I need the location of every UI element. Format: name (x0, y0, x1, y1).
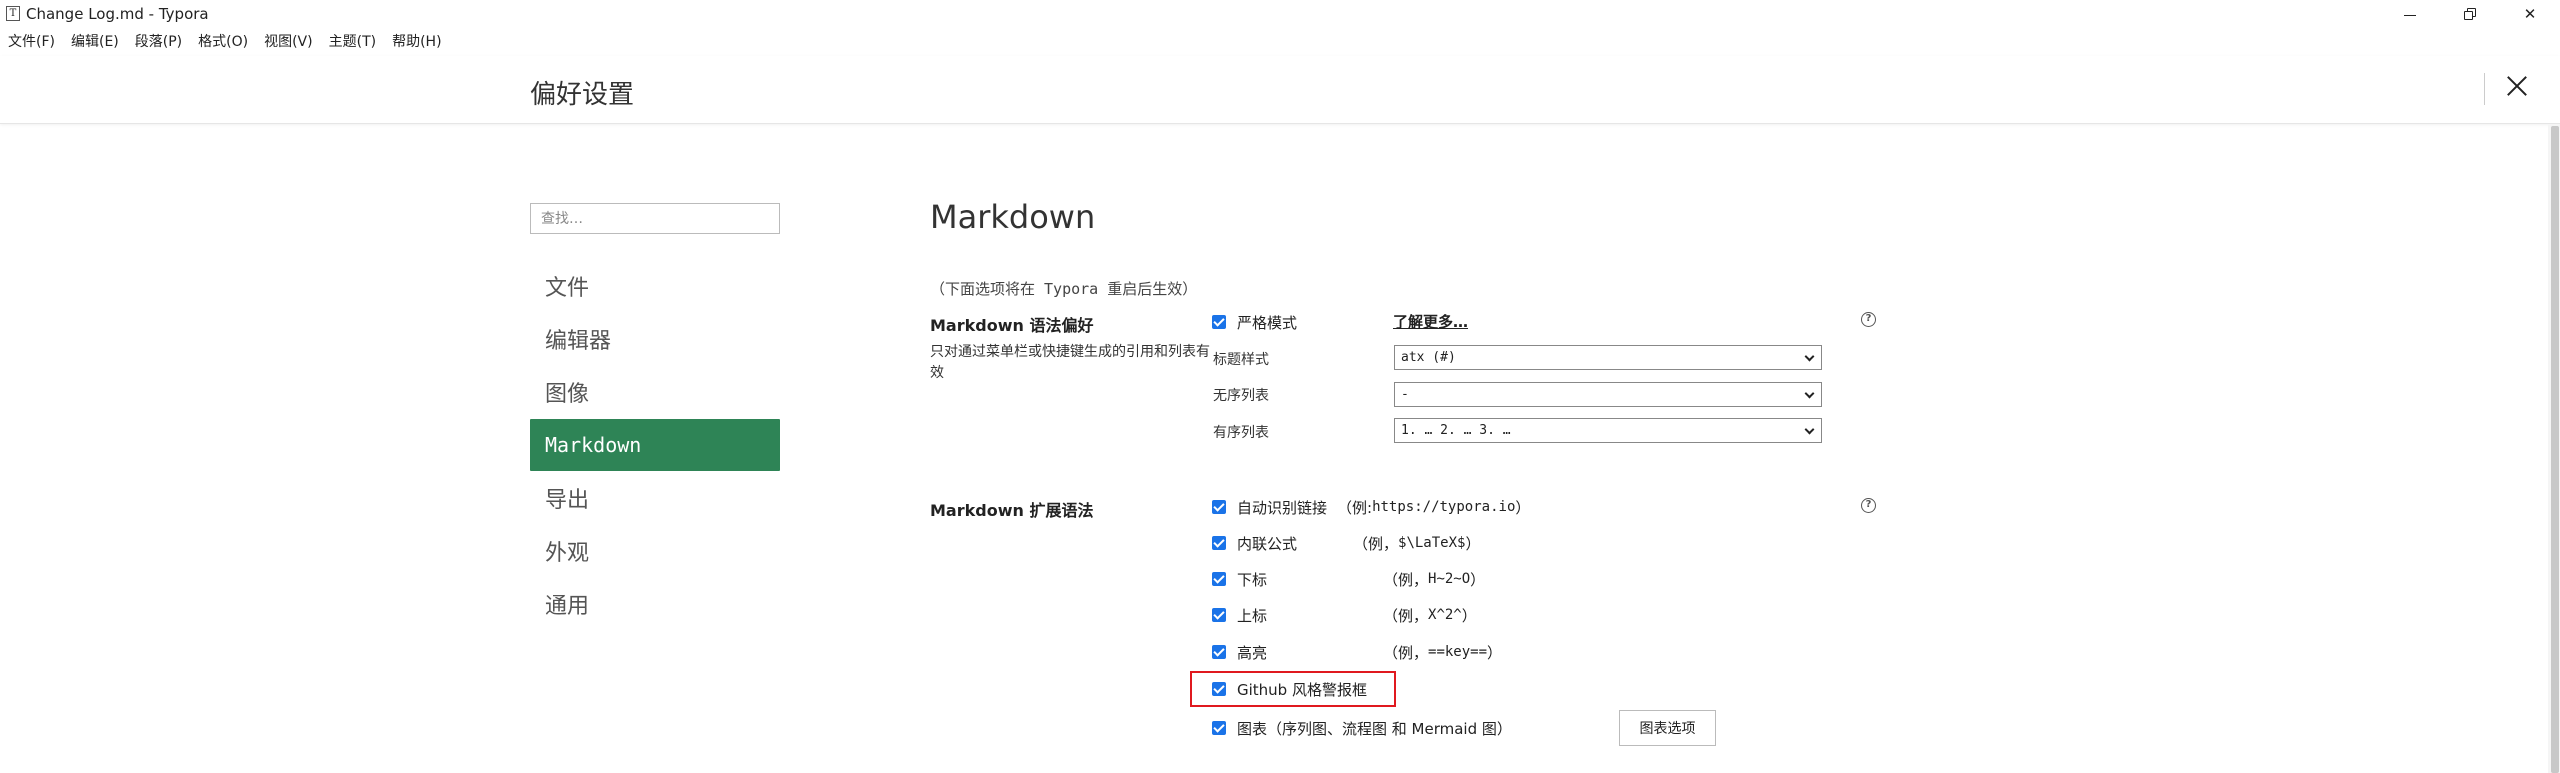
highlight-example: ==key== (1428, 644, 1488, 660)
preferences-search-input[interactable] (530, 203, 780, 234)
highlight-example-prefix: （例， (1383, 643, 1429, 662)
menu-bar: 文件(F) 编辑(E) 段落(P) 格式(O) 视图(V) 主题(T) 帮助(H… (0, 30, 450, 54)
heading-style-label: 标题样式 (1213, 352, 1269, 368)
unordered-list-value: - (1401, 387, 1409, 402)
restore-icon (2464, 8, 2476, 20)
autolink-example-suffix: ） (1515, 498, 1531, 517)
autolink-label: 自动识别链接 (1237, 498, 1328, 517)
subscript-option[interactable]: 下标 （例， H~2~O ） (1212, 568, 1485, 590)
superscript-checkbox[interactable] (1212, 608, 1226, 622)
menu-theme[interactable]: 主题(T) (321, 30, 384, 54)
close-preferences-icon[interactable] (2503, 72, 2531, 100)
ordered-list-label: 有序列表 (1213, 425, 1269, 441)
heading-style-value: atx (#) (1401, 350, 1456, 365)
inline-math-option[interactable]: 内联公式 （例， $\LaTeX$ ） (1212, 532, 1480, 554)
diagrams-label: 图表（序列图、流程图 和 Mermaid 图） (1237, 719, 1512, 738)
menu-edit[interactable]: 编辑(E) (63, 30, 127, 54)
syntax-preference-description: 只对通过菜单栏或快捷键生成的引用和列表有效 (930, 344, 1210, 381)
highlight-label: 高亮 (1237, 643, 1268, 662)
diagrams-checkbox[interactable] (1212, 721, 1226, 735)
superscript-label: 上标 (1237, 606, 1268, 625)
syntax-preference-label: Markdown 语法偏好 (930, 316, 1094, 335)
highlight-checkbox[interactable] (1212, 645, 1226, 659)
chevron-down-icon (1804, 424, 1815, 435)
superscript-example-prefix: （例， (1383, 606, 1429, 625)
extended-syntax-help-icon[interactable]: ? (1861, 498, 1876, 513)
menu-paragraph[interactable]: 段落(P) (127, 30, 190, 54)
annotation-highlight-box (1190, 671, 1396, 707)
nav-item-editor[interactable]: 编辑器 (530, 313, 780, 365)
nav-item-appearance[interactable]: 外观 (530, 525, 780, 577)
diagrams-option[interactable]: 图表（序列图、流程图 和 Mermaid 图） (1212, 717, 1512, 739)
chevron-down-icon (1804, 388, 1815, 399)
inline-math-example-suffix: ） (1465, 534, 1481, 553)
section-title: Markdown (930, 198, 1096, 236)
strict-mode-option[interactable]: 严格模式 (1212, 311, 1297, 333)
superscript-option[interactable]: 上标 （例， X^2^ ） (1212, 604, 1477, 626)
diagram-options-button[interactable]: 图表选项 (1619, 710, 1716, 746)
menu-help[interactable]: 帮助(H) (384, 30, 449, 54)
minimize-icon (2404, 14, 2416, 16)
restore-button[interactable] (2440, 0, 2500, 28)
preferences-title: 偏好设置 (530, 80, 635, 110)
header-divider (2484, 73, 2485, 105)
menu-format[interactable]: 格式(O) (190, 30, 256, 54)
nav-item-files[interactable]: 文件 (530, 260, 780, 312)
autolink-option[interactable]: 自动识别链接 （例: https://typora.io ） (1212, 496, 1530, 518)
highlight-option[interactable]: 高亮 （例， ==key== ） (1212, 641, 1502, 663)
strict-mode-label: 严格模式 (1237, 313, 1298, 332)
heading-style-select[interactable]: atx (#) (1394, 345, 1822, 370)
restart-note: （下面选项将在 Typora 重启后生效） (930, 280, 1198, 298)
autolink-example: https://typora.io (1372, 499, 1516, 515)
preferences-header: 偏好设置 (0, 56, 2560, 124)
inline-math-label: 内联公式 (1237, 534, 1298, 553)
strict-mode-checkbox[interactable] (1212, 315, 1226, 329)
subscript-example: H~2~O (1428, 571, 1471, 587)
menu-view[interactable]: 视图(V) (256, 30, 321, 54)
unordered-list-label: 无序列表 (1213, 388, 1269, 404)
learn-more-link[interactable]: 了解更多… (1393, 311, 1468, 332)
nav-item-export[interactable]: 导出 (530, 472, 780, 524)
autolink-example-prefix: （例: (1337, 498, 1373, 517)
ordered-list-select[interactable]: 1. … 2. … 3. … (1394, 418, 1822, 443)
title-bar: T Change Log.md - Typora ✕ (0, 0, 2560, 28)
superscript-example: X^2^ (1428, 607, 1462, 623)
chevron-down-icon (1804, 351, 1815, 362)
highlight-example-suffix: ） (1487, 643, 1503, 662)
superscript-example-suffix: ） (1461, 606, 1477, 625)
menu-file[interactable]: 文件(F) (0, 30, 63, 54)
window-close-button[interactable]: ✕ (2500, 0, 2560, 28)
autolink-checkbox[interactable] (1212, 500, 1226, 514)
subscript-checkbox[interactable] (1212, 572, 1226, 586)
extended-syntax-label: Markdown 扩展语法 (930, 501, 1094, 520)
minimize-button[interactable] (2380, 0, 2440, 28)
inline-math-example-prefix: （例， (1353, 534, 1399, 553)
syntax-help-icon[interactable]: ? (1861, 312, 1876, 327)
ordered-list-value: 1. … 2. … 3. … (1401, 423, 1511, 438)
nav-item-general[interactable]: 通用 (530, 578, 780, 630)
typora-app-icon: T (6, 6, 20, 21)
preferences-nav: 文件 编辑器 图像 Markdown 导出 外观 通用 (530, 260, 780, 631)
window-title: Change Log.md - Typora (26, 5, 209, 23)
subscript-example-suffix: ） (1470, 570, 1486, 589)
inline-math-example: $\LaTeX$ (1398, 535, 1466, 551)
inline-math-checkbox[interactable] (1212, 536, 1226, 550)
unordered-list-select[interactable]: - (1394, 382, 1822, 407)
nav-item-markdown[interactable]: Markdown (530, 419, 780, 471)
subscript-label: 下标 (1237, 570, 1268, 589)
scrollbar-thumb[interactable] (2551, 126, 2559, 773)
nav-item-image[interactable]: 图像 (530, 366, 780, 418)
subscript-example-prefix: （例， (1383, 570, 1429, 589)
